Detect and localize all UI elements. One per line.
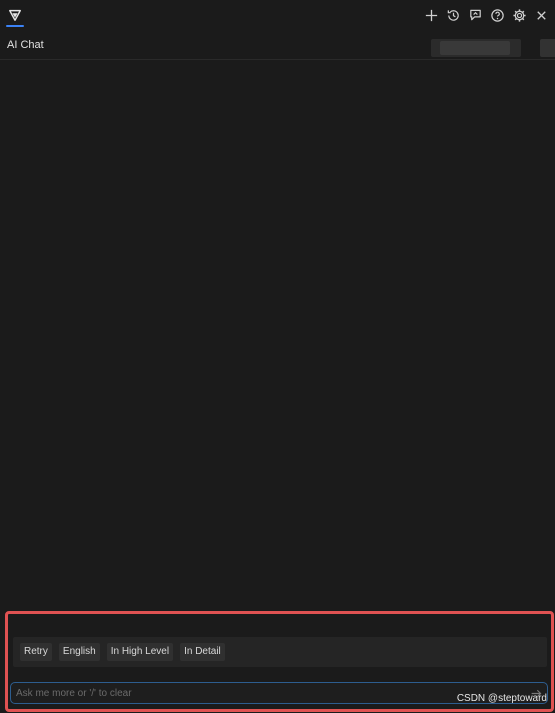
app-logo[interactable] [6,3,24,27]
settings-button[interactable] [511,7,527,23]
feedback-button[interactable] [467,7,483,23]
feedback-icon [469,9,481,20]
gear-icon [512,8,526,22]
close-icon [536,10,546,20]
blurred-region [431,39,521,57]
help-button[interactable] [489,7,505,23]
toolbar-actions [423,7,549,23]
plus-icon [425,9,437,21]
suggestion-in-detail[interactable]: In Detail [180,643,225,661]
suggestion-row: Retry English In High Level In Detail [13,637,547,667]
close-button[interactable] [533,7,549,23]
top-toolbar [0,0,555,30]
watermark: CSDN @steptoward [456,693,547,704]
help-icon [490,8,504,22]
suggestion-retry[interactable]: Retry [20,643,52,661]
ai-chat-window: AI Chat Retry English In High Level In D… [0,0,555,713]
app-logo-icon [9,9,21,21]
new-chat-button[interactable] [423,7,439,23]
active-indicator [6,25,24,27]
tab-bar: AI Chat [0,30,555,60]
suggestion-english[interactable]: English [58,643,100,661]
suggestion-high-level[interactable]: In High Level [106,643,174,661]
history-button[interactable] [445,7,461,23]
history-icon [447,9,459,21]
chat-input-panel: Retry English In High Level In Detail CS… [5,611,554,712]
blurred-region [540,39,555,57]
tab-ai-chat[interactable]: AI Chat [0,39,44,51]
